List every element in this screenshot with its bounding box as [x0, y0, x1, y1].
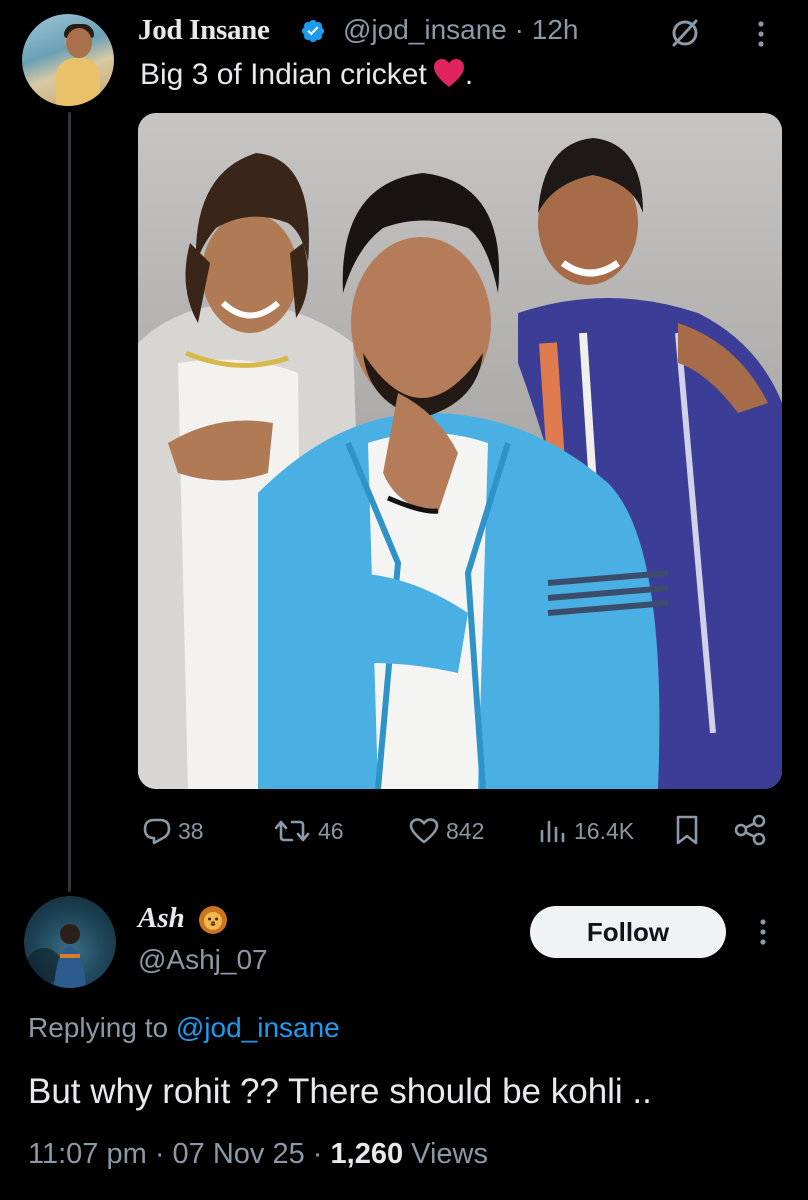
reply-author-handle[interactable]: @Ashj_07 [138, 944, 268, 976]
like-count: 842 [446, 817, 485, 844]
author-handle[interactable]: @jod_insane [343, 14, 507, 45]
lion-emoji-icon [199, 906, 227, 934]
follow-button[interactable]: Follow [530, 906, 726, 958]
reply-count: 38 [178, 817, 204, 844]
tweet-text: Big 3 of Indian cricket. [140, 58, 473, 92]
verified-badge-icon [301, 19, 325, 43]
tweet-time[interactable]: 12h [532, 14, 579, 45]
reply-author-name[interactable]: Ash [138, 902, 185, 935]
photo-three-cricketers [138, 113, 782, 789]
tweet-image[interactable] [138, 113, 782, 789]
separator-dot: · [146, 1138, 173, 1170]
replying-to-line: Replying to @jod_insane [28, 1012, 340, 1044]
tweet-text-body: Big 3 of Indian cricket [140, 58, 427, 91]
heart-emoji-icon [433, 59, 464, 87]
reply-time[interactable]: 11:07 pm [28, 1138, 147, 1170]
repost-count: 46 [318, 817, 344, 844]
more-icon[interactable] [754, 916, 772, 948]
reply-button[interactable]: 38 [142, 816, 204, 846]
reply-author-avatar[interactable] [24, 896, 116, 988]
reply-date[interactable]: 07 Nov 25 [173, 1138, 305, 1170]
replying-to-mention[interactable]: @jod_insane [176, 1012, 340, 1043]
author-name[interactable]: Jod Insane [138, 14, 270, 47]
views-count: 16.4K [574, 817, 635, 844]
repost-button[interactable]: 46 [272, 816, 344, 846]
like-button[interactable]: 842 [408, 816, 484, 846]
separator-dot: · [506, 14, 532, 45]
grok-icon[interactable] [668, 16, 702, 50]
reply-meta: 11:07 pm · 07 Nov 25 · 1,260 Views [28, 1138, 488, 1171]
reply-views-label: Views [411, 1138, 489, 1170]
avatar-image [26, 924, 86, 988]
replying-to-label: Replying to [28, 1012, 169, 1043]
more-icon[interactable] [752, 18, 770, 50]
author-handle-and-time[interactable]: @jod_insane · 12h [343, 14, 578, 46]
separator-dot: · [304, 1138, 331, 1170]
author-avatar[interactable] [22, 14, 114, 106]
reply-views-count: 1,260 [330, 1138, 404, 1170]
views-button[interactable]: 16.4K [538, 816, 634, 846]
thread-connector-line [68, 112, 71, 892]
repost-icon [274, 820, 310, 842]
tweet-text-suffix: . [464, 58, 474, 91]
bookmark-icon[interactable] [674, 814, 700, 846]
reply-text: But why rohit ?? There should be kohli .… [28, 1072, 652, 1111]
views-icon [540, 820, 565, 843]
like-icon [409, 818, 439, 844]
share-icon[interactable] [733, 814, 767, 846]
reply-icon [143, 818, 171, 845]
